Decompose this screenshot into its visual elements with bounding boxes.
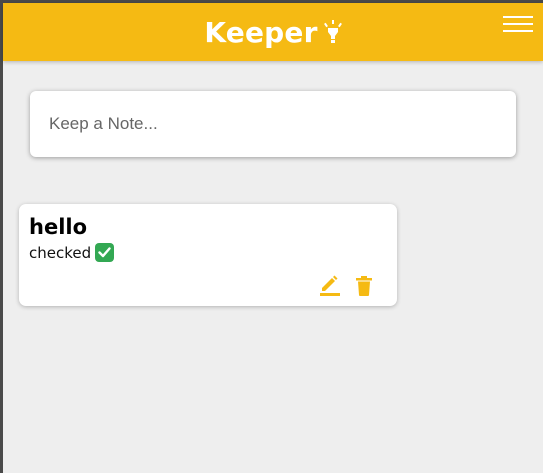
delete-icon[interactable] xyxy=(353,274,375,296)
check-mark-button-icon xyxy=(95,243,115,262)
note-content-text: checked xyxy=(29,243,92,262)
brand: Keeper xyxy=(3,3,543,61)
window-left-edge xyxy=(0,0,3,473)
create-note-input[interactable] xyxy=(30,91,516,157)
hamburger-menu-icon[interactable] xyxy=(503,16,533,36)
note-title: hello xyxy=(29,215,88,239)
note-content: checked xyxy=(29,243,115,262)
lightbulb-icon xyxy=(323,20,342,44)
app-title: Keeper xyxy=(204,15,318,49)
edit-icon[interactable] xyxy=(319,274,341,296)
app-header: Keeper xyxy=(3,3,543,61)
note-actions xyxy=(319,274,375,296)
note-card: hello checked xyxy=(19,204,397,306)
